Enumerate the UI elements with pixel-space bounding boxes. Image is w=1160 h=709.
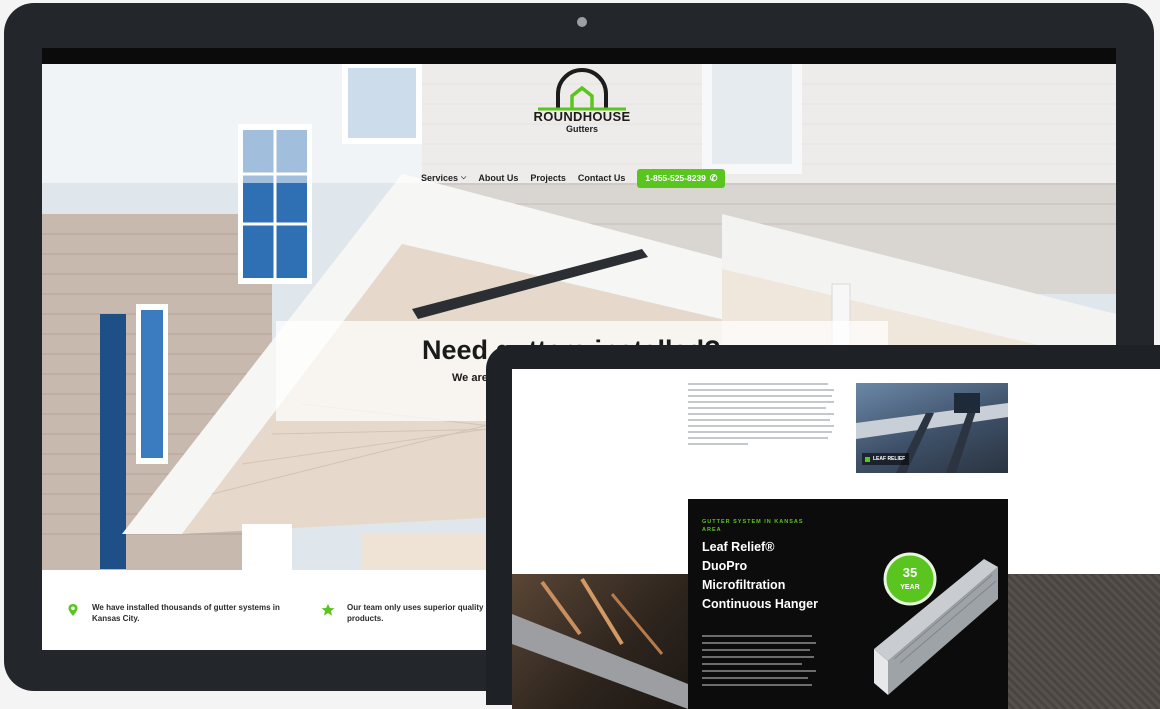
gutter-guard-product-image: 35 YEAR bbox=[874, 552, 998, 695]
product-title-line: Leaf Relief® bbox=[702, 540, 775, 554]
leaf-badge-icon bbox=[865, 456, 870, 462]
browser-top-bar bbox=[42, 48, 1116, 64]
badge-number: 35 bbox=[903, 565, 917, 580]
chevron-down-icon: ⌵ bbox=[461, 174, 467, 181]
phone-icon: ✆ bbox=[709, 172, 718, 183]
site-logo[interactable]: ROUNDHOUSE Gutters bbox=[532, 68, 632, 148]
hero-subtitle: We are bbox=[452, 372, 488, 384]
logo-subtitle: Gutters bbox=[565, 124, 598, 134]
thumbnail-caption-text: LEAF RELIEF bbox=[873, 456, 906, 462]
leaf-relief-thumbnail[interactable]: LEAF RELIEF bbox=[856, 383, 1008, 473]
product-title: Leaf Relief® DuoPro Microfiltration Cont… bbox=[702, 538, 832, 614]
nav-item-services[interactable]: Services ⌵ bbox=[421, 173, 466, 183]
feature-item-quality: Our team only uses superior quality prod… bbox=[321, 602, 487, 624]
product-card: GUTTER SYSTEM IN KANSAS AREA Leaf Relief… bbox=[688, 499, 1008, 709]
nav-item-label: About Us bbox=[478, 173, 519, 183]
product-eyebrow: GUTTER SYSTEM IN KANSAS AREA bbox=[702, 519, 804, 533]
laptop-device: LEAF RELIEF GUTTER SYSTEM IN KANSAS AREA… bbox=[486, 345, 1160, 709]
star-icon bbox=[321, 603, 335, 616]
logo-wordmark: ROUNDHOUSE bbox=[533, 109, 631, 124]
map-pin-icon bbox=[68, 604, 78, 616]
nav-item-label: Contact Us bbox=[577, 173, 626, 183]
nav-item-projects[interactable]: Projects bbox=[530, 173, 566, 183]
badge-text: YEAR bbox=[900, 584, 919, 591]
main-navigation: Services ⌵ About Us Projects Contact Us … bbox=[421, 167, 726, 189]
laptop-screen: LEAF RELIEF GUTTER SYSTEM IN KANSAS AREA… bbox=[512, 369, 1160, 709]
thumbnail-caption: LEAF RELIEF bbox=[862, 453, 909, 465]
camera-icon bbox=[577, 17, 587, 27]
nav-item-label: Projects bbox=[530, 173, 566, 183]
laptop-paragraph bbox=[688, 383, 836, 449]
phone-call-button[interactable]: 1-855-525-8239 ✆ bbox=[637, 168, 726, 188]
feature-text: We have installed thousands of gutter sy… bbox=[92, 603, 280, 623]
feature-text: Our team only uses superior quality prod… bbox=[347, 603, 484, 623]
roundhouse-logo-icon bbox=[538, 68, 626, 111]
nav-item-contact-us[interactable]: Contact Us bbox=[578, 173, 626, 183]
product-title-line: Continuous Hanger bbox=[702, 597, 818, 611]
nav-item-about-us[interactable]: About Us bbox=[478, 173, 518, 183]
shingles-image bbox=[1008, 574, 1160, 709]
feature-item-installed: We have installed thousands of gutter sy… bbox=[66, 602, 282, 624]
phone-number-label: 1-855-525-8239 bbox=[645, 173, 706, 183]
nav-item-label: Services bbox=[421, 173, 459, 183]
site-header: ROUNDHOUSE Gutters Services ⌵ About Us P… bbox=[42, 64, 1116, 188]
gutter-leaves-illustration bbox=[512, 577, 688, 709]
product-title-line: Microfiltration bbox=[702, 578, 786, 592]
product-title-line: DuoPro bbox=[702, 559, 748, 573]
product-description bbox=[702, 635, 816, 691]
gutter-closeup-image bbox=[512, 574, 688, 709]
